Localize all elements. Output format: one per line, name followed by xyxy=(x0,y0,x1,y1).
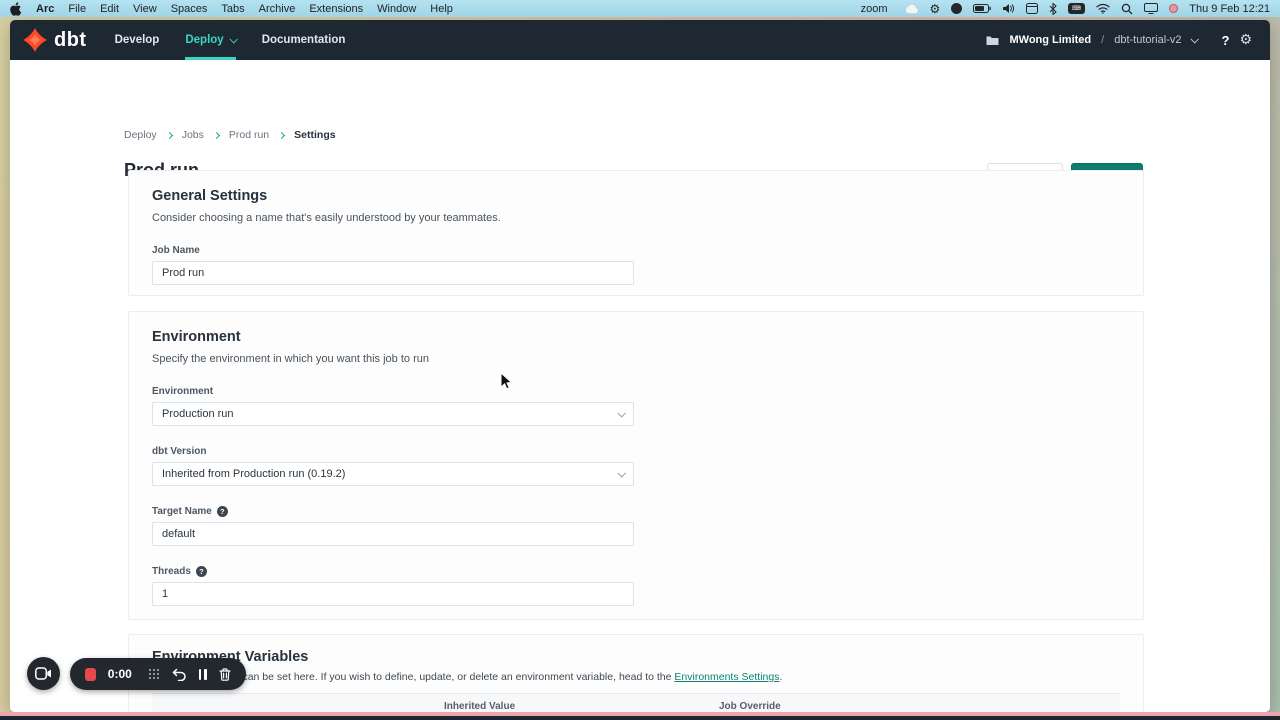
camera-toggle-button[interactable] xyxy=(27,657,60,690)
breadcrumb-prod-run[interactable]: Prod run xyxy=(229,129,269,141)
breadcrumb: Deploy Jobs Prod run Settings xyxy=(124,129,336,141)
desktop-edge xyxy=(0,716,1280,720)
nav-item-deploy[interactable]: Deploy xyxy=(185,20,235,60)
drag-handle-icon[interactable] xyxy=(148,668,160,680)
chevron-down-icon xyxy=(617,409,625,417)
dbt-logo-icon xyxy=(22,27,48,53)
breadcrumb-deploy[interactable]: Deploy xyxy=(124,129,157,141)
menu-item-spaces[interactable]: Spaces xyxy=(171,3,208,15)
threads-label: Threads xyxy=(152,566,191,577)
nav-item-develop[interactable]: Develop xyxy=(115,20,160,60)
chevron-right-icon xyxy=(166,131,173,138)
environment-card: Environment Specify the environment in w… xyxy=(128,311,1144,620)
help-circle-icon[interactable]: ? xyxy=(196,566,207,577)
environment-select[interactable]: Production run xyxy=(152,402,634,426)
inherited-value-column-header: Inherited Value xyxy=(444,701,515,712)
nav-item-documentation[interactable]: Documentation xyxy=(262,20,346,60)
menu-item-archive[interactable]: Archive xyxy=(259,3,296,15)
chevron-down-icon xyxy=(617,469,625,477)
dbt-version-select-value: Inherited from Production run (0.19.2) xyxy=(162,468,345,480)
nav-deploy-label: Deploy xyxy=(185,34,223,46)
menu-item-window[interactable]: Window xyxy=(377,3,416,15)
env-vars-desc-period: . xyxy=(779,671,782,683)
trash-icon[interactable] xyxy=(219,668,231,681)
env-vars-table-header: Inherited Value Job Override xyxy=(152,693,1120,712)
account-name[interactable]: MWong Limited xyxy=(1009,34,1091,46)
environment-select-value: Production run xyxy=(162,408,234,420)
menu-item-view[interactable]: View xyxy=(133,3,157,15)
pause-button[interactable] xyxy=(199,669,207,680)
spotlight-icon[interactable] xyxy=(1121,2,1133,16)
menu-item-edit[interactable]: Edit xyxy=(100,3,119,15)
chevron-down-icon[interactable] xyxy=(1191,35,1199,43)
video-camera-icon xyxy=(35,667,52,680)
menu-item-tabs[interactable]: Tabs xyxy=(221,3,244,15)
nav-develop-label: Develop xyxy=(115,34,160,46)
project-name[interactable]: dbt-tutorial-v2 xyxy=(1114,34,1181,46)
environment-subtitle: Specify the environment in which you wan… xyxy=(152,353,1120,365)
target-name-label: Target Name xyxy=(152,506,212,517)
threads-input[interactable] xyxy=(152,582,634,606)
job-name-input[interactable] xyxy=(152,261,634,285)
screen-record-status-icon[interactable] xyxy=(1169,4,1178,13)
general-settings-heading: General Settings xyxy=(152,188,1120,204)
chevron-down-icon xyxy=(229,35,237,43)
account-project-separator: / xyxy=(1101,34,1104,46)
job-name-label: Job Name xyxy=(152,245,1120,256)
battery-icon[interactable] xyxy=(973,2,991,16)
gear-icon[interactable]: ⚙ xyxy=(1239,33,1252,47)
volume-icon[interactable] xyxy=(1002,2,1015,16)
recording-toolbar: 0:00 xyxy=(70,658,246,690)
general-settings-subtitle: Consider choosing a name that's easily u… xyxy=(152,212,1120,224)
dbt-brand[interactable]: dbt xyxy=(22,20,87,60)
help-circle-icon[interactable]: ? xyxy=(217,506,228,517)
nav-documentation-label: Documentation xyxy=(262,34,346,46)
dbt-brand-name: dbt xyxy=(54,29,87,52)
restart-icon[interactable] xyxy=(172,668,187,681)
macos-menubar: Arc File Edit View Spaces Tabs Archive E… xyxy=(0,0,1280,17)
environment-variables-heading: Environment Variables xyxy=(152,649,1120,665)
dbt-app-header: dbt Develop Deploy Documentation MWong L… xyxy=(10,20,1270,60)
target-name-input[interactable] xyxy=(152,522,634,546)
breadcrumb-settings: Settings xyxy=(294,129,335,141)
environment-variables-description: Job level overrides can be set here. If … xyxy=(152,671,1120,683)
breadcrumb-jobs[interactable]: Jobs xyxy=(182,129,204,141)
wifi-icon[interactable] xyxy=(1096,2,1110,16)
browser-window: dbt Develop Deploy Documentation MWong L… xyxy=(10,20,1270,712)
clock-icon[interactable] xyxy=(951,3,962,14)
folder-icon xyxy=(986,35,999,46)
menu-item-zoom[interactable]: zoom xyxy=(861,3,888,15)
settings-page: Deploy Jobs Prod run Settings Prod run ×… xyxy=(10,60,1270,712)
stop-record-button[interactable] xyxy=(85,668,96,681)
chevron-right-icon xyxy=(213,131,220,138)
job-override-column-header: Job Override xyxy=(719,701,781,712)
dbt-version-select[interactable]: Inherited from Production run (0.19.2) xyxy=(152,462,634,486)
apple-logo-icon[interactable] xyxy=(10,2,22,16)
chevron-right-icon xyxy=(278,131,285,138)
keyboard-icon[interactable]: ⌨ xyxy=(1068,3,1085,14)
recording-timer: 0:00 xyxy=(108,667,132,681)
gear-icon[interactable]: ⚙ xyxy=(930,2,941,16)
general-settings-card: General Settings Consider choosing a nam… xyxy=(128,170,1144,296)
display-icon[interactable] xyxy=(1144,2,1158,16)
menu-item-arc[interactable]: Arc xyxy=(36,3,54,15)
environments-settings-link[interactable]: Environments Settings xyxy=(674,671,779,683)
menu-item-file[interactable]: File xyxy=(68,3,86,15)
menubar-clock[interactable]: Thu 9 Feb 12:21 xyxy=(1189,3,1270,15)
environment-heading: Environment xyxy=(152,329,1120,345)
environment-variables-card: Environment Variables Job level override… xyxy=(128,634,1144,712)
menu-item-help[interactable]: Help xyxy=(430,3,453,15)
help-icon[interactable]: ? xyxy=(1221,33,1229,48)
dbt-version-label: dbt Version xyxy=(152,446,1120,457)
window-icon[interactable] xyxy=(1026,2,1038,16)
bluetooth-icon[interactable] xyxy=(1049,2,1057,16)
cloud-icon[interactable] xyxy=(905,2,919,16)
environment-label: Environment xyxy=(152,386,1120,397)
main-nav: Develop Deploy Documentation xyxy=(115,20,346,60)
menu-item-extensions[interactable]: Extensions xyxy=(309,3,363,15)
